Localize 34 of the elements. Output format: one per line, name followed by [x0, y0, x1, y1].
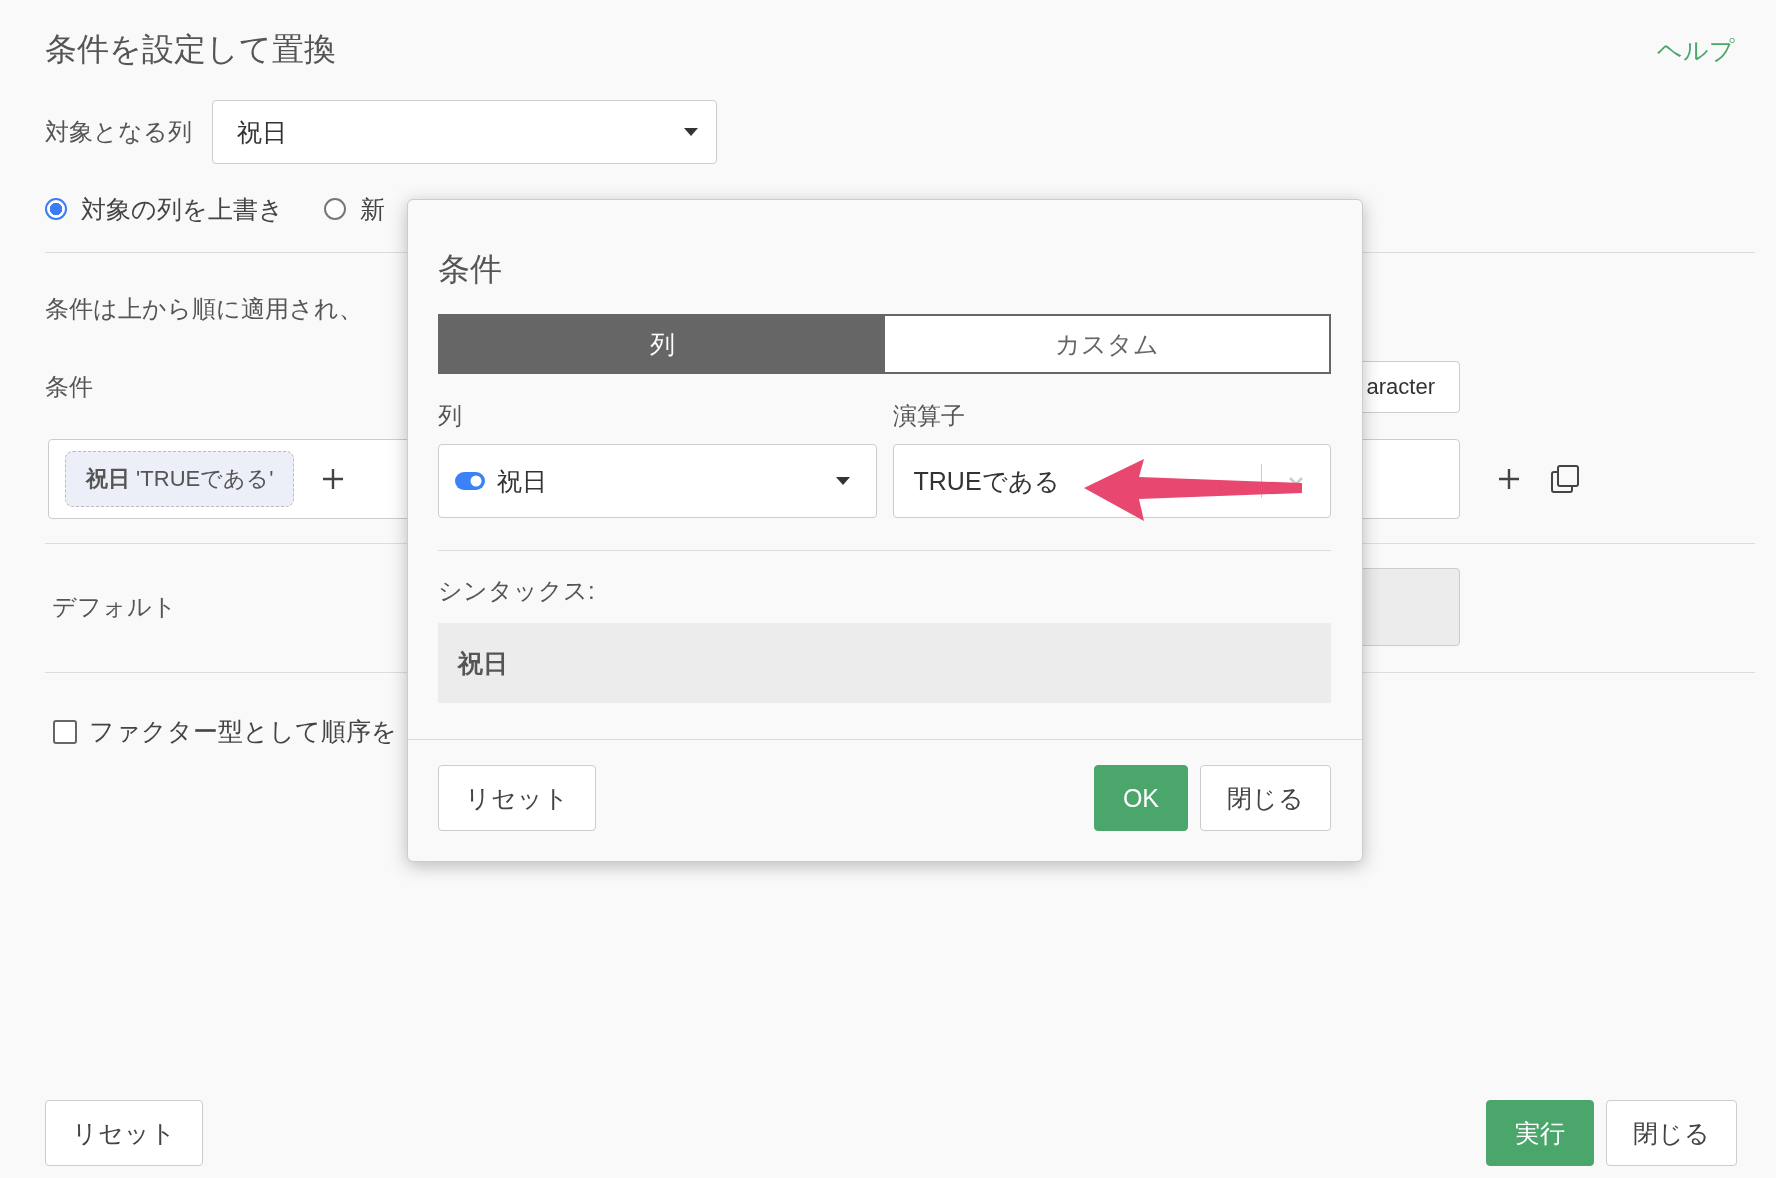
default-label: デフォルト — [52, 592, 177, 622]
toggle-icon — [455, 472, 485, 490]
segment-tab[interactable]: 列 — [440, 316, 885, 372]
plus-icon[interactable] — [322, 468, 345, 490]
radio-option[interactable]: 対象の列を上書き — [45, 192, 284, 226]
dialog-title: 条件 — [438, 250, 503, 289]
radio-icon[interactable] — [45, 198, 67, 220]
radio-option[interactable]: 新 — [324, 192, 385, 226]
description-text: 条件は上から順に適用され、 — [45, 294, 364, 324]
target-column-label: 対象となる列 — [45, 117, 192, 147]
radio-label: 対象の列を上書き — [81, 193, 284, 225]
checkbox[interactable] — [53, 719, 77, 744]
page-title: 条件を設定して置換 — [45, 30, 336, 69]
conditions-label: 条件 — [45, 372, 93, 402]
column-label: 列 — [438, 401, 463, 431]
segment-tab[interactable]: カスタム — [884, 316, 1329, 372]
factor-option[interactable]: ファクター型として順序を — [53, 715, 1755, 748]
plus-icon[interactable] — [1498, 468, 1520, 490]
syntax-label: シンタックス: — [438, 576, 596, 606]
radio-icon[interactable] — [324, 198, 346, 220]
operator-label: 演算子 — [892, 401, 966, 431]
caret-icon — [684, 128, 698, 136]
close-button[interactable]: 閉じる — [1606, 1100, 1737, 1166]
checkbox-label: ファクター型として順序を — [89, 716, 397, 747]
caret-icon — [835, 477, 850, 485]
column-select[interactable]: 祝日 — [438, 444, 877, 518]
reset-button[interactable]: リセット — [45, 1100, 203, 1166]
radio-label: 新 — [360, 193, 385, 225]
close-button[interactable]: 閉じる — [1200, 765, 1331, 831]
copy-icon[interactable] — [1550, 464, 1580, 494]
syntax-box: 祝日 — [438, 623, 1331, 703]
condition-chip[interactable]: 祝日 'TRUEである' — [65, 451, 295, 507]
reset-button[interactable]: リセット — [438, 765, 596, 831]
target-column-select[interactable]: 祝日 — [212, 100, 717, 164]
